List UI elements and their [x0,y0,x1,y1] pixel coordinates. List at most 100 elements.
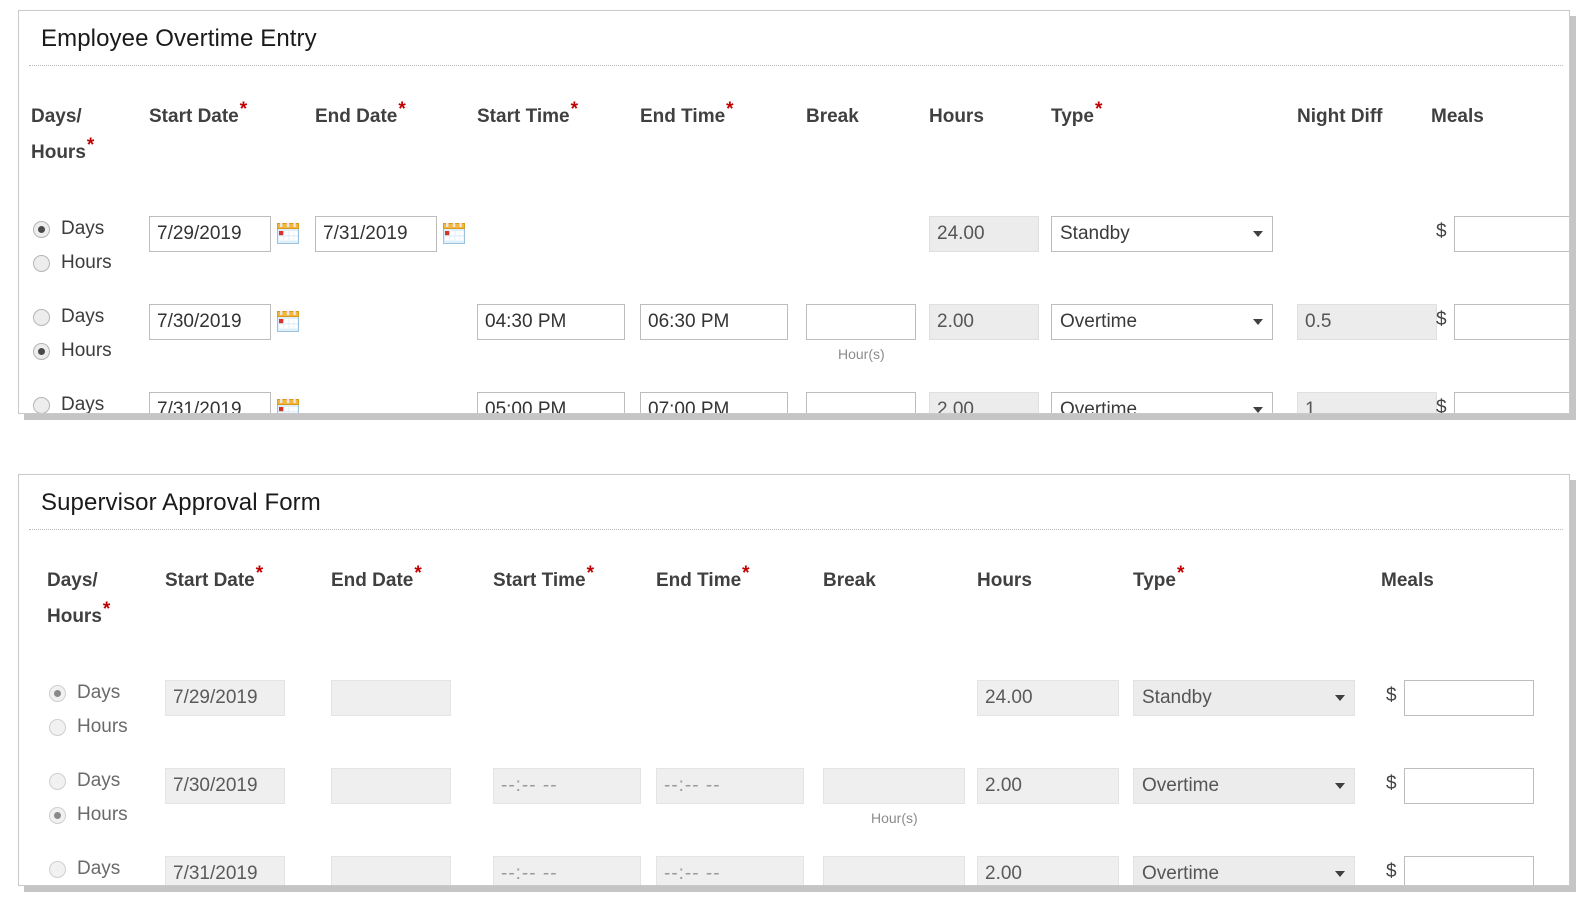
radio-days-icon[interactable] [33,309,50,326]
employee-overtime-entry-panel: Employee Overtime Entry Days/Hours*Start… [18,10,1570,414]
column-header-label: Start Time [493,570,586,591]
required-asterisk: * [1095,99,1102,120]
meals-input[interactable] [1454,304,1570,340]
radio-hours-icon[interactable] [33,255,50,272]
night-diff-readonly: 0.5 [1297,304,1437,340]
type-select[interactable]: Standby [1051,216,1273,252]
calendar-icon[interactable] [277,223,299,244]
column-header-label-second: Hours [47,606,102,627]
radio-option-days[interactable]: Days [33,388,112,414]
column-header-label: Type [1051,106,1094,127]
hours-readonly: 2.00 [977,768,1119,804]
currency-symbol: $ [1436,221,1447,243]
radio-option-days: Days [49,764,128,798]
column-header-end-date: End Date* [331,570,422,592]
break-unit-label: Hour(s) [871,810,918,826]
supervisor-panel-divider [29,529,1563,530]
end-date-readonly [331,768,451,804]
radio-days-icon[interactable] [33,397,50,414]
end-time-input[interactable]: 07:00 PM [640,392,788,414]
column-header-start-time: Start Time* [493,570,594,592]
radio-label: Days [61,394,104,414]
column-header-label: End Date [315,106,397,127]
radio-option-hours[interactable]: Hours [33,334,112,368]
required-asterisk: * [587,563,594,584]
select-value: Overtime [1142,775,1219,796]
radio-option-hours: Hours [49,710,128,744]
radio-label: Days [77,682,120,704]
column-header-end-date: End Date* [315,106,406,128]
days-hours-radio-group: Days Hours [33,212,112,280]
break-readonly [823,768,965,804]
start-date-input[interactable]: 7/29/2019 [149,216,271,252]
column-header-label: Hours [929,106,984,127]
radio-option-days[interactable]: Days [33,212,112,246]
radio-option-hours: Hours [49,798,128,832]
meals-input[interactable] [1404,768,1534,804]
type-select[interactable]: Overtime [1051,304,1273,340]
radio-hours-icon [49,719,66,736]
radio-label: Hours [77,804,128,826]
start-time-input[interactable]: 05:00 PM [477,392,625,414]
page-root: Employee Overtime Entry Days/Hours*Start… [0,0,1586,901]
radio-label: Hours [61,340,112,362]
chevron-down-icon[interactable] [1253,407,1263,413]
radio-label: Hours [61,252,112,274]
currency-symbol: $ [1436,309,1447,331]
break-readonly [823,856,965,886]
column-header-label: Night Diff [1297,106,1382,127]
start-date-input[interactable]: 7/31/2019 [149,392,271,414]
calendar-icon[interactable] [277,311,299,332]
chevron-down-icon[interactable] [1253,319,1263,325]
meals-input[interactable] [1404,680,1534,716]
column-header-night-diff: Night Diff [1297,106,1382,128]
employee-panel-title: Employee Overtime Entry [19,11,1569,65]
meals-input[interactable] [1454,392,1570,414]
hours-readonly: 2.00 [929,304,1039,340]
start-date-input[interactable]: 7/30/2019 [149,304,271,340]
column-header-end-time: End Time* [656,570,750,592]
end-time-readonly: --:-- -- [656,856,804,886]
meals-input[interactable] [1454,216,1570,252]
radio-option-hours[interactable]: Hours [33,246,112,280]
column-header-label: Start Time [477,106,570,127]
column-header-label: Meals [1431,106,1484,127]
days-hours-radio-group: Days Hours [49,676,128,744]
radio-hours-icon[interactable] [33,343,50,360]
column-header-break: Break [823,570,876,592]
supervisor-panel-title: Supervisor Approval Form [19,475,1569,529]
required-asterisk: * [1177,563,1184,584]
column-header-label: Break [806,106,859,127]
end-date-input[interactable]: 7/31/2019 [315,216,437,252]
radio-label: Days [61,218,104,240]
type-select[interactable]: Overtime [1051,392,1273,414]
currency-symbol: $ [1386,773,1397,795]
chevron-down-icon[interactable] [1335,695,1345,701]
days-hours-radio-group: DaysHours [49,852,128,886]
radio-days-icon [49,685,66,702]
calendar-icon[interactable] [277,399,299,414]
radio-option-days[interactable]: Days [33,300,112,334]
end-time-input[interactable]: 06:30 PM [640,304,788,340]
required-asterisk: * [742,563,749,584]
column-header-hours: Hours [929,106,984,128]
radio-label: Hours [77,716,128,738]
start-time-input[interactable]: 04:30 PM [477,304,625,340]
chevron-down-icon[interactable] [1253,231,1263,237]
radio-days-icon[interactable] [33,221,50,238]
break-input[interactable] [806,392,916,414]
column-header-label: Type [1133,570,1176,591]
required-asterisk: * [571,99,578,120]
chevron-down-icon[interactable] [1335,783,1345,789]
column-header-label: Start Date [165,570,255,591]
currency-symbol: $ [1386,685,1397,707]
column-header-break: Break [806,106,859,128]
calendar-icon[interactable] [443,223,465,244]
meals-input[interactable] [1404,856,1534,886]
radio-label: Days [77,858,120,880]
select-value: Overtime [1060,399,1137,414]
break-input[interactable] [806,304,916,340]
chevron-down-icon[interactable] [1335,871,1345,877]
night-diff-readonly: 1 [1297,392,1437,414]
column-header-start-date: Start Date* [149,106,247,128]
